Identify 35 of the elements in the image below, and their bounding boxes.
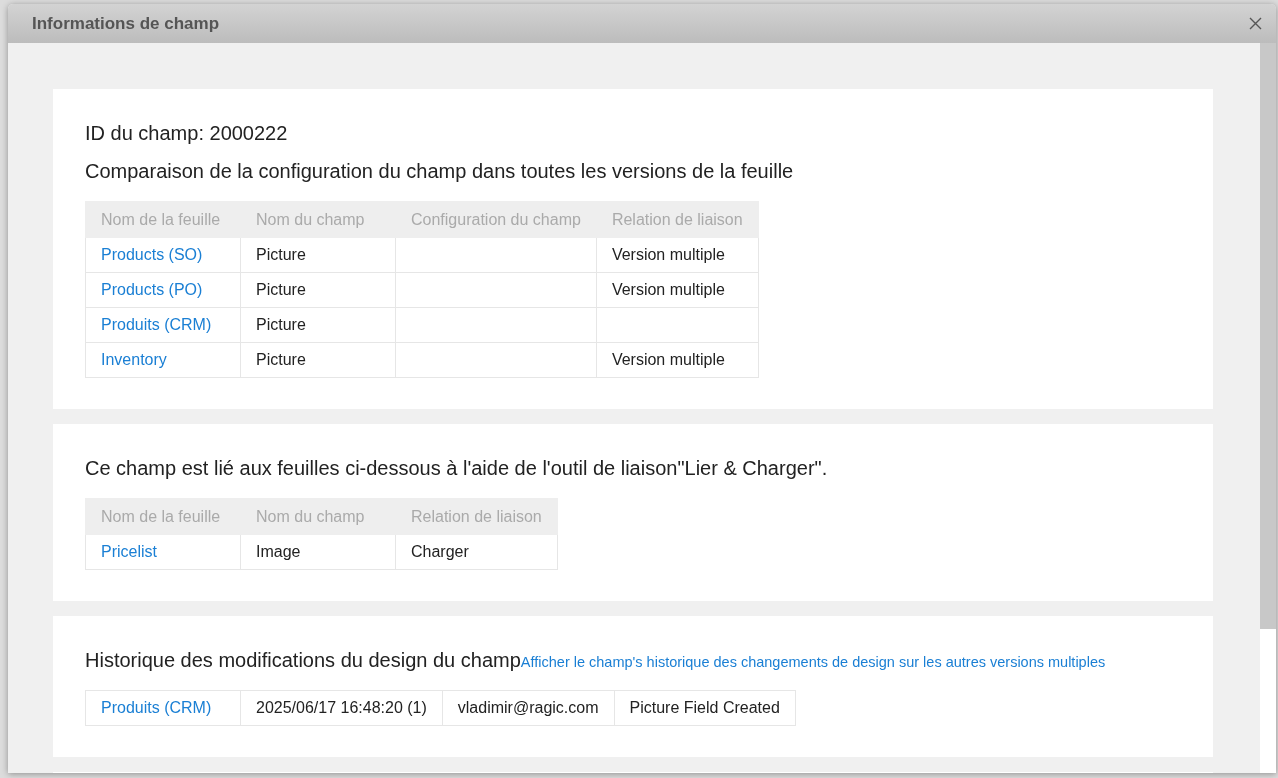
column-header: Relation de liaison [395,498,558,535]
column-header: Nom de la feuille [85,498,241,535]
sheet-link[interactable]: Inventory [101,351,167,368]
column-header: Relation de liaison [596,201,759,238]
column-header: Nom du champ [240,498,396,535]
table-cell: Charger [395,534,558,570]
table-cell: Picture [240,272,396,308]
section-heading: Ce champ est lié aux feuilles ci-dessous à l'aide de l'outil de liaison"Lier & Charger". [85,456,829,481]
sheet-link[interactable]: Pricelist [101,543,157,560]
table-cell: Picture Field Created [614,690,796,726]
table-cell: 2025/06/17 16:48:20 (1) [240,690,443,726]
sheet-link[interactable]: Produits (CRM) [101,316,212,333]
table-cell: Version multiple [596,342,759,378]
column-header: Configuration du champ [395,201,597,238]
table-cell: Picture [240,307,396,343]
column-header: Nom du champ [240,201,396,238]
table-cell: Picture [240,237,396,273]
column-header: Nom de la feuille [85,201,241,238]
table-cell: Picture [240,342,396,378]
close-button[interactable] [1247,15,1264,32]
table-cell: vladimir@ragic.com [442,690,615,726]
table-cell: Version multiple [596,237,759,273]
history-link[interactable]: Afficher le champ's historique des changements de design sur les autres versions multiples [520,654,1106,670]
section-heading: Historique des modifications du design du champ [85,648,521,673]
section-heading: Comparaison de la configuration du champ dans toutes les versions de la feuille [85,159,795,184]
sheet-link[interactable]: Products (PO) [101,281,203,298]
table-cell: Image [240,534,396,570]
scrollbar-thumb[interactable] [1260,43,1276,629]
table-cell: Version multiple [596,272,759,308]
section-heading: ID du champ: 2000222 [85,121,289,146]
close-icon [1249,17,1262,30]
dialog-title: Informations de champ [32,13,220,34]
scrollbar[interactable] [1260,43,1276,773]
sheet-link[interactable]: Produits (CRM) [101,699,212,716]
sheet-link[interactable]: Products (SO) [101,246,203,263]
